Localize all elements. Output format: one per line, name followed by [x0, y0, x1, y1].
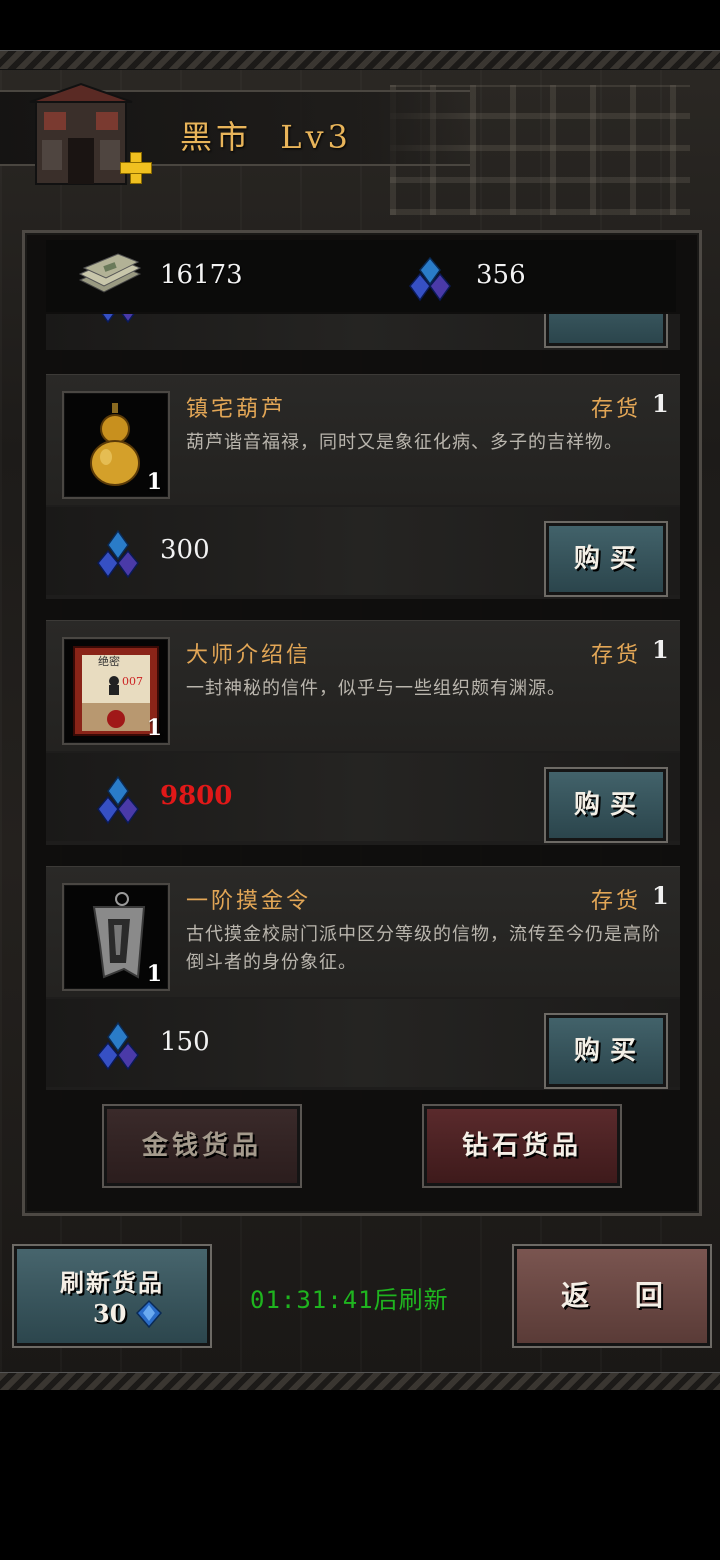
diamond-icon	[409, 256, 451, 302]
money-amount: 16173	[160, 260, 243, 290]
letter-code-text: 007	[122, 675, 143, 688]
tab-gold-goods[interactable]: 金钱货品	[102, 1104, 302, 1188]
buy-button[interactable]: 购买	[544, 1013, 668, 1089]
item-quantity: 1	[146, 469, 162, 495]
list-item: 1 一阶摸金令 存货 1 古代摸金校尉门派中区分等级的信物，流传至今仍是高阶倒斗…	[46, 866, 680, 1090]
item-list[interactable]: 1 镇宅葫芦 存货 1 葫芦谐音福禄，同时又是象征化病、多子的吉祥物。 300 …	[46, 314, 680, 1090]
shop-level: Lv3	[280, 118, 352, 156]
stock-value: 1	[652, 881, 669, 910]
item-price: 150	[160, 1027, 210, 1057]
bottom-trim	[0, 1372, 720, 1390]
item-quantity: 1	[146, 715, 162, 741]
stock-label: 存货	[591, 643, 642, 668]
item-description: 古代摸金校尉门派中区分等级的信物，流传至今仍是高阶倒斗者的身份象征。	[186, 924, 661, 973]
item-thumbnail[interactable]: 1	[62, 883, 170, 991]
letter-stamp-text: 绝密	[98, 655, 120, 668]
list-item: 绝密 007 1 大师介绍信 存货 1 一封神秘的信件，似乎与一些组织颇有渊源。…	[46, 620, 680, 845]
diamond-icon	[97, 775, 139, 825]
diamond-icon	[135, 1299, 163, 1329]
diamond-icon	[97, 1021, 139, 1071]
item-thumbnail[interactable]: 绝密 007 1	[62, 637, 170, 745]
stock-label: 存货	[591, 889, 642, 914]
list-item: 1 镇宅葫芦 存货 1 葫芦谐音福禄，同时又是象征化病、多子的吉祥物。 300 …	[46, 374, 680, 599]
top-trim	[0, 50, 720, 70]
diamond-icon	[101, 314, 135, 324]
shop-title: 黑市 Lv3	[180, 112, 352, 158]
item-name: 一阶摸金令	[186, 889, 312, 914]
buy-button[interactable]: 购买	[544, 521, 668, 597]
item-description: 一封神秘的信件，似乎与一些组织颇有渊源。	[186, 678, 566, 699]
tab-diamond-goods[interactable]: 钻石货品	[422, 1104, 622, 1188]
diamond-icon	[97, 529, 139, 579]
gem-amount: 356	[476, 260, 526, 290]
money-stack-icon	[78, 253, 142, 293]
refresh-label: 刷新货品	[60, 1268, 164, 1297]
refresh-goods-button[interactable]: 刷新货品 30	[12, 1244, 212, 1348]
item-name: 大师介绍信	[186, 643, 312, 668]
item-thumbnail[interactable]: 1	[62, 391, 170, 499]
stock-value: 1	[652, 389, 669, 418]
item-price: 300	[160, 535, 210, 565]
item-quantity: 1	[146, 961, 162, 987]
upgrade-plus-icon[interactable]	[118, 150, 154, 186]
buy-button-partial[interactable]	[544, 314, 668, 348]
item-description: 葫芦谐音福禄，同时又是象征化病、多子的吉祥物。	[186, 432, 623, 453]
item-price: 9800	[160, 781, 233, 811]
back-button[interactable]: 返 回	[512, 1244, 712, 1348]
buy-button[interactable]: 购买	[544, 767, 668, 843]
refresh-cost: 30	[93, 1299, 127, 1328]
stock-label: 存货	[591, 397, 642, 422]
item-name: 镇宅葫芦	[186, 397, 287, 422]
shop-name: 黑市	[180, 118, 253, 156]
stock-value: 1	[652, 635, 669, 664]
list-item-partial	[46, 314, 680, 350]
refresh-timer: 01:31:41后刷新	[250, 1286, 449, 1314]
